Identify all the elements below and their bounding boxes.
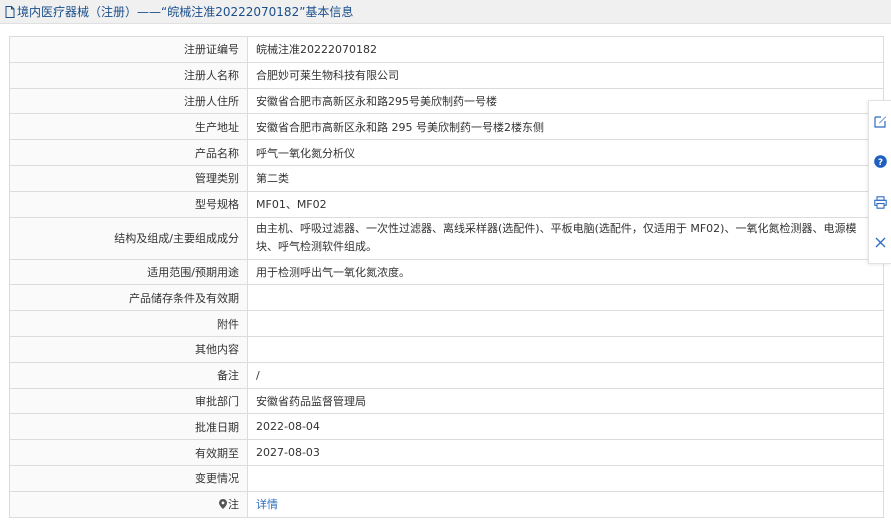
row-label: 其他内容 xyxy=(9,335,248,363)
close-button[interactable] xyxy=(872,235,888,251)
row-value: 2027-08-03 xyxy=(247,439,884,466)
row-value: 安徽省药品监督管理局 xyxy=(247,387,884,415)
table-row: 有效期至 2027-08-03 xyxy=(9,439,884,466)
table-row: 管理类别 第二类 xyxy=(9,164,884,192)
table-row: 变更情况 xyxy=(9,464,884,492)
page-header: 境内医疗器械（注册）——“皖械注准20222070182”基本信息 xyxy=(0,0,891,24)
row-label: 有效期至 xyxy=(9,439,248,466)
table-row: 其他内容 xyxy=(9,335,884,363)
document-icon xyxy=(5,5,15,18)
row-label: 产品储存条件及有效期 xyxy=(9,284,248,312)
table-row: 产品储存条件及有效期 xyxy=(9,284,884,312)
table-row: 审批部门 安徽省药品监督管理局 xyxy=(9,387,884,415)
row-value xyxy=(247,464,884,492)
info-table: 注册证编号 皖械注准20222070182 注册人名称 合肥妙可莱生物科技有限公司 … xyxy=(9,36,884,518)
row-label: 备注 xyxy=(9,361,248,389)
row-value: 用于检测呼出气一氧化氮浓度。 xyxy=(247,258,884,286)
row-value: 第二类 xyxy=(247,164,884,192)
help-button[interactable]: ? xyxy=(872,154,888,170)
row-label: 型号规格 xyxy=(9,190,248,218)
row-label: 批准日期 xyxy=(9,413,248,441)
row-value xyxy=(247,310,884,337)
help-icon: ? xyxy=(873,155,887,168)
row-value: / xyxy=(247,361,884,389)
row-label: 审批部门 xyxy=(9,387,248,415)
row-value: 2022-08-04 xyxy=(247,413,884,441)
table-row: 注册证编号 皖械注准20222070182 xyxy=(9,36,884,63)
print-button[interactable] xyxy=(872,194,888,210)
row-value: 由主机、呼吸过滤器、一次性过滤器、离线采样器(选配件)、平板电脑(选配件，仅适用… xyxy=(247,216,884,260)
row-label: 变更情况 xyxy=(9,464,248,492)
page-title: 境内医疗器械（注册）——“皖械注准20222070182”基本信息 xyxy=(17,5,354,19)
floating-toolbar: ? xyxy=(868,100,891,264)
row-label: 注册人住所 xyxy=(9,87,248,115)
table-row: 适用范围/预期用途 用于检测呼出气一氧化氮浓度。 xyxy=(9,258,884,286)
note-label: 注 xyxy=(228,498,239,512)
row-label: 附件 xyxy=(9,310,248,337)
close-icon xyxy=(875,237,885,248)
row-value: 安徽省合肥市高新区永和路 295 号美欣制药一号楼2楼东侧 xyxy=(247,113,884,141)
svg-text:?: ? xyxy=(877,158,882,168)
table-row: 批准日期 2022-08-04 xyxy=(9,413,884,441)
row-label: 管理类别 xyxy=(9,164,248,192)
row-value: 详情 xyxy=(247,490,884,518)
table-row: 注册人住所 安徽省合肥市高新区永和路295号美欣制药一号楼 xyxy=(9,87,884,115)
row-value xyxy=(247,284,884,312)
row-label: 适用范围/预期用途 xyxy=(9,258,248,286)
row-label: 注册证编号 xyxy=(9,36,248,63)
row-label: 注册人名称 xyxy=(9,61,248,89)
row-label: 生产地址 xyxy=(9,113,248,141)
table-row: 产品名称 呼气一氧化氮分析仪 xyxy=(9,139,884,166)
row-label: 结构及组成/主要组成成分 xyxy=(9,216,248,260)
row-label: 产品名称 xyxy=(9,139,248,166)
row-value: 呼气一氧化氮分析仪 xyxy=(247,139,884,166)
row-value: 皖械注准20222070182 xyxy=(247,36,884,63)
row-label: 注 xyxy=(9,490,248,518)
row-value: 合肥妙可莱生物科技有限公司 xyxy=(247,61,884,89)
location-pin-icon xyxy=(219,499,227,510)
edit-icon xyxy=(873,116,886,128)
row-value xyxy=(247,335,884,363)
table-row: 生产地址 安徽省合肥市高新区永和路 295 号美欣制药一号楼2楼东侧 xyxy=(9,113,884,141)
table-row: 备注 / xyxy=(9,361,884,389)
row-value: 安徽省合肥市高新区永和路295号美欣制药一号楼 xyxy=(247,87,884,115)
edit-button[interactable] xyxy=(872,113,888,129)
table-row: 注 详情 xyxy=(9,490,884,518)
table-row: 结构及组成/主要组成成分 由主机、呼吸过滤器、一次性过滤器、离线采样器(选配件)、… xyxy=(9,216,884,260)
table-row: 型号规格 MF01、MF02 xyxy=(9,190,884,218)
table-row: 附件 xyxy=(9,310,884,337)
row-value: MF01、MF02 xyxy=(247,190,884,218)
print-icon xyxy=(873,196,887,209)
details-link[interactable]: 详情 xyxy=(256,498,278,511)
table-row: 注册人名称 合肥妙可莱生物科技有限公司 xyxy=(9,61,884,89)
